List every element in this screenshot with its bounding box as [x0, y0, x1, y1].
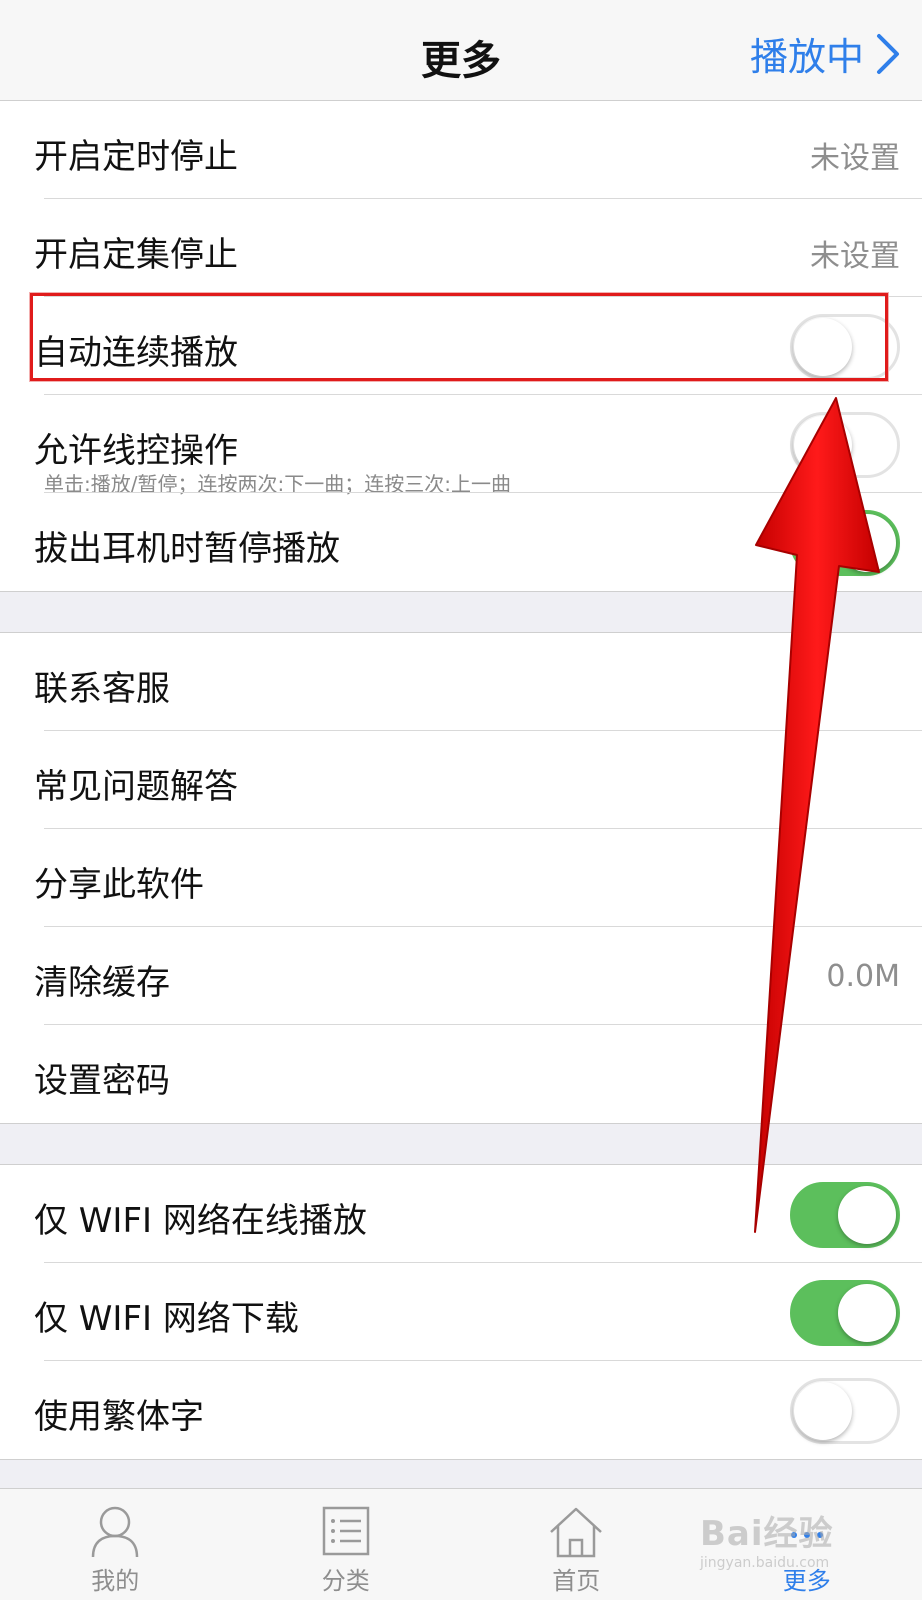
chevron-right-icon: [877, 33, 899, 74]
headphone-pause-label: 拔出耳机时暂停播放: [34, 529, 340, 569]
timer-stop-label: 开启定时停止: [34, 137, 238, 177]
clear-cache-label: 清除缓存: [34, 963, 170, 1003]
clear-cache-row[interactable]: 清除缓存 0.0M: [0, 927, 922, 1025]
network-section: 仅 WIFI 网络在线播放 仅 WIFI 网络下载 使用繁体字: [0, 1165, 922, 1459]
faq-row[interactable]: 常见问题解答: [0, 731, 922, 829]
tab-category[interactable]: 分类: [231, 1489, 462, 1600]
timer-stop-row[interactable]: 开启定时停止 未设置: [0, 101, 922, 199]
remote-control-toggle[interactable]: [790, 412, 900, 478]
wifi-download-row: 仅 WIFI 网络下载: [0, 1263, 922, 1361]
section-gap: [0, 592, 922, 632]
traditional-chinese-row: 使用繁体字: [0, 1361, 922, 1459]
highlight-box: [30, 293, 888, 381]
tab-home-label: 首页: [552, 1567, 601, 1595]
wifi-stream-label: 仅 WIFI 网络在线播放: [34, 1201, 367, 1241]
section-gap: [0, 1460, 922, 1488]
share-label: 分享此软件: [34, 865, 204, 905]
home-icon: [550, 1507, 603, 1558]
remote-control-label: 允许线控操作: [34, 431, 238, 471]
tab-category-label: 分类: [321, 1567, 370, 1595]
watermark-url: jingyan.baidu.com: [700, 1555, 830, 1571]
headphone-pause-row: 拔出耳机时暂停播放: [0, 493, 922, 591]
tab-mine[interactable]: 我的: [0, 1489, 231, 1600]
timer-stop-value: 未设置: [810, 141, 900, 176]
support-section: 联系客服 常见问题解答 分享此软件 清除缓存 0.0M 设置密码: [0, 633, 922, 1123]
user-icon: [92, 1506, 139, 1558]
toggle-knob: [838, 1186, 896, 1244]
faq-label: 常见问题解答: [34, 767, 238, 807]
now-playing-button[interactable]: 播放中: [750, 26, 900, 81]
password-row[interactable]: 设置密码: [0, 1025, 922, 1123]
remote-control-row: 允许线控操作 单击:播放/暂停；连按两次:下一曲；连按三次:上一曲: [0, 395, 922, 496]
wifi-stream-toggle[interactable]: [790, 1182, 900, 1248]
tab-home[interactable]: 首页: [461, 1489, 692, 1600]
password-label: 设置密码: [34, 1061, 170, 1101]
wifi-stream-row: 仅 WIFI 网络在线播放: [0, 1165, 922, 1263]
tab-mine-label: 我的: [91, 1567, 140, 1595]
episode-stop-label: 开启定集停止: [34, 235, 238, 275]
cache-size-value: 0.0M: [826, 959, 900, 994]
episode-stop-value: 未设置: [810, 239, 900, 274]
share-row[interactable]: 分享此软件: [0, 829, 922, 927]
contact-row[interactable]: 联系客服: [0, 633, 922, 731]
contact-label: 联系客服: [34, 669, 170, 709]
traditional-chinese-label: 使用繁体字: [34, 1397, 204, 1437]
wifi-download-label: 仅 WIFI 网络下载: [34, 1299, 299, 1339]
baidu-jingyan-watermark: Bai经验 jingyan.baidu.com: [700, 1506, 880, 1571]
toggle-knob: [794, 416, 852, 474]
watermark-text: Bai经验: [700, 1514, 834, 1554]
now-playing-label: 播放中: [749, 35, 864, 79]
toggle-knob: [838, 1284, 896, 1342]
headphone-pause-toggle[interactable]: [790, 510, 900, 576]
wifi-download-toggle[interactable]: [790, 1280, 900, 1346]
list-icon: [322, 1506, 369, 1556]
episode-stop-row[interactable]: 开启定集停止 未设置: [0, 199, 922, 297]
toggle-knob: [794, 1382, 852, 1440]
navigation-bar: 更多 播放中: [0, 0, 922, 101]
toggle-knob: [838, 514, 896, 572]
section-gap: [0, 1124, 922, 1164]
traditional-chinese-toggle[interactable]: [790, 1378, 900, 1444]
